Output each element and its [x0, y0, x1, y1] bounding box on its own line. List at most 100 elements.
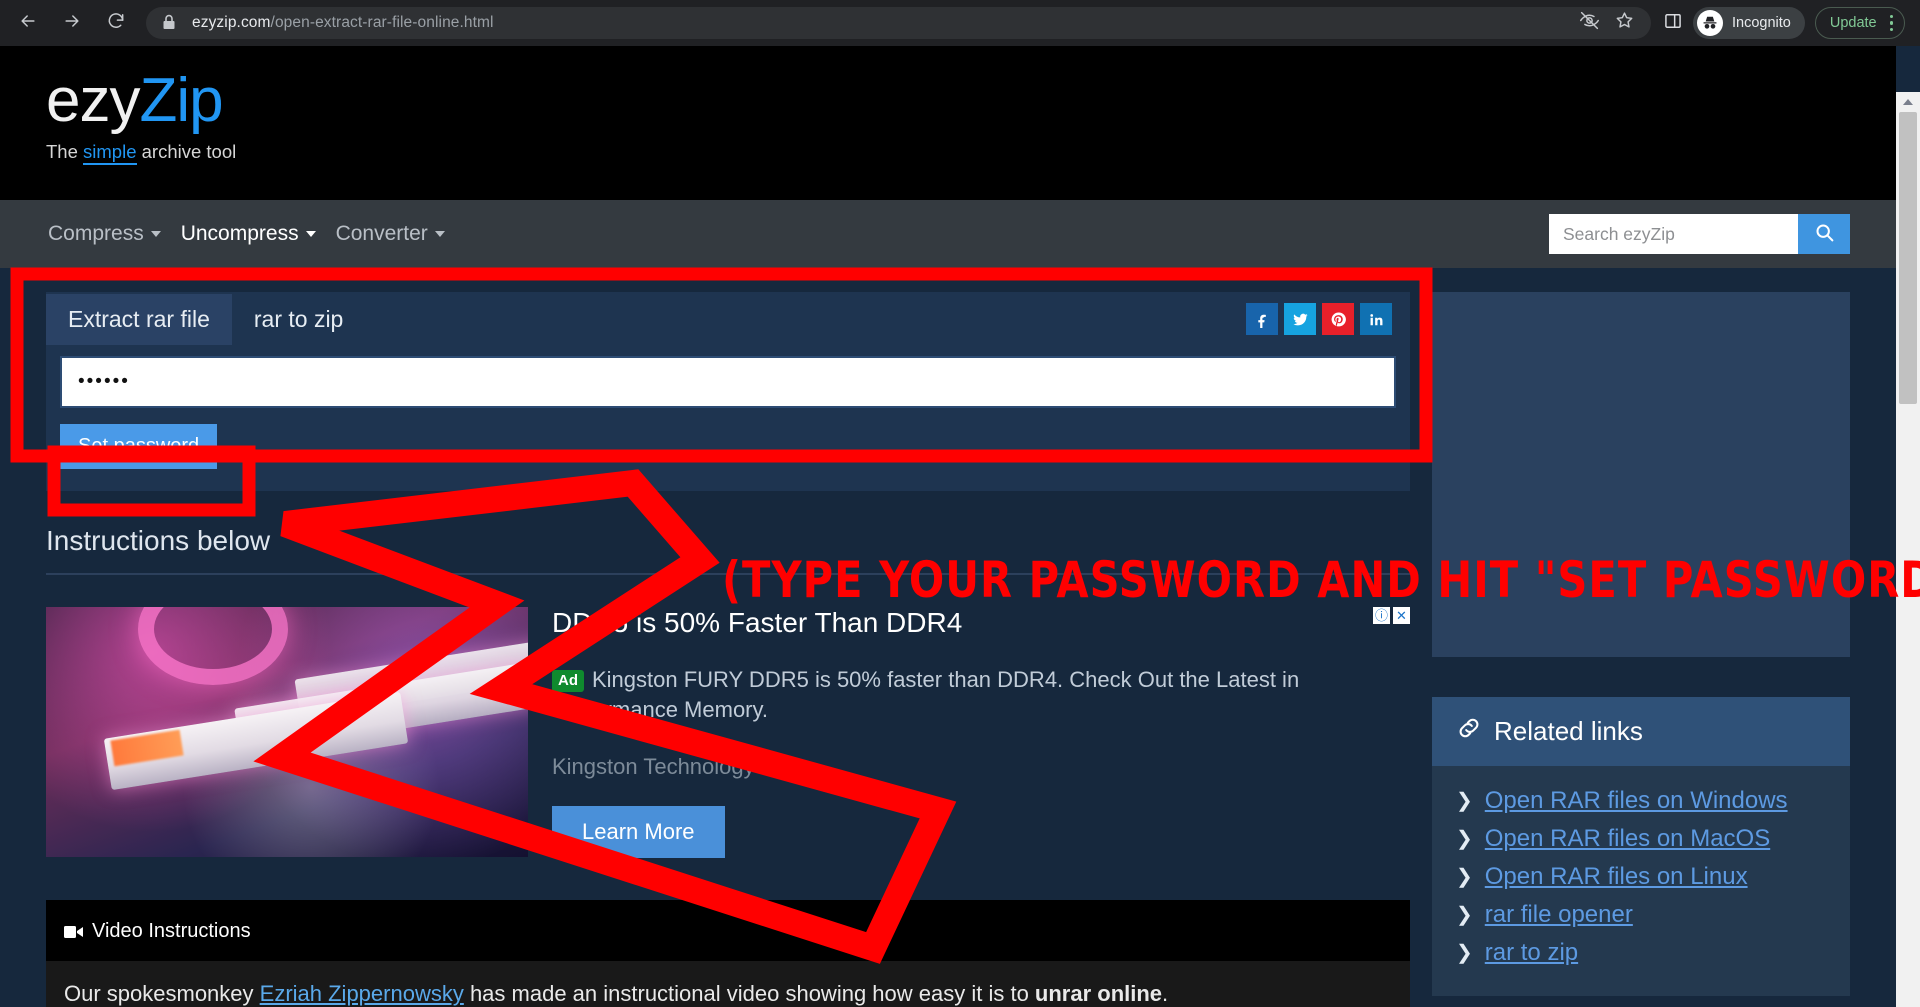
chevron-right-icon: ❯	[1456, 867, 1473, 887]
chevron-down-icon	[151, 231, 161, 237]
back-arrow-icon	[18, 11, 38, 36]
facebook-icon[interactable]	[1246, 303, 1278, 335]
star-icon[interactable]	[1614, 10, 1635, 36]
ad-title[interactable]: DDR5 is 50% Faster Than DDR4	[552, 607, 1410, 639]
tab-extract-rar-file[interactable]: Extract rar file	[46, 294, 232, 345]
omnibox-actions	[1579, 10, 1639, 36]
nav-item-compress[interactable]: Compress	[46, 218, 163, 250]
password-input[interactable]	[60, 356, 1396, 408]
related-links-header: Related links	[1432, 697, 1850, 766]
tagline-before: The	[46, 141, 83, 162]
chevron-right-icon: ❯	[1456, 943, 1473, 963]
page-content: ezyZip The simple archive tool Compress …	[0, 46, 1896, 1007]
lock-icon	[162, 14, 180, 32]
ad-text-block: ⓘ ✕ DDR5 is 50% Faster Than DDR4 AdKings…	[552, 607, 1410, 858]
ad-controls: ⓘ ✕	[1373, 607, 1410, 624]
forward-button[interactable]	[52, 3, 92, 43]
video-camera-icon	[64, 925, 84, 939]
nav-item-converter[interactable]: Converter	[334, 218, 447, 250]
eye-slash-icon[interactable]	[1579, 10, 1600, 36]
logo-part-zip: Zip	[139, 66, 222, 135]
related-link-item[interactable]: ❯ Open RAR files on Windows	[1456, 782, 1826, 820]
ad-close-icon[interactable]: ✕	[1393, 607, 1410, 624]
social-share-buttons	[1246, 303, 1392, 335]
forward-arrow-icon	[62, 11, 82, 36]
video-text-after: .	[1162, 981, 1168, 1006]
video-text-before: Our spokesmonkey	[64, 981, 260, 1006]
profile-button[interactable]: Incognito	[1693, 7, 1805, 39]
ad-description: AdKingston FURY DDR5 is 50% faster than …	[552, 665, 1410, 724]
browser-toolbar: ezyzip.com/open-extract-rar-file-online.…	[0, 0, 1920, 46]
logo-wordmark: ezyZip	[46, 70, 236, 132]
twitter-icon[interactable]	[1284, 303, 1316, 335]
address-bar[interactable]: ezyzip.com/open-extract-rar-file-online.…	[146, 7, 1651, 39]
ad-advertiser: Kingston Technology	[552, 754, 1410, 780]
main-column: Extract rar file rar to zip	[46, 292, 1410, 1007]
ad-badge: Ad	[552, 670, 584, 692]
related-links-list: ❯ Open RAR files on Windows ❯ Open RAR f…	[1432, 766, 1850, 996]
related-link-macos[interactable]: Open RAR files on MacOS	[1485, 825, 1770, 853]
related-link-item[interactable]: ❯ Open RAR files on MacOS	[1456, 820, 1826, 858]
reload-button[interactable]	[96, 3, 136, 43]
sidebar-ad-slot[interactable]	[1432, 292, 1850, 657]
video-text-middle: has made an instructional video showing …	[464, 981, 1035, 1006]
set-password-button[interactable]: Set password	[60, 424, 217, 469]
video-instructions-body: Our spokesmonkey Ezriah Zippernowsky has…	[46, 961, 1410, 1007]
related-link-item[interactable]: ❯ rar file opener	[1456, 896, 1826, 934]
advertisement-block: ⓘ ✕ DDR5 is 50% Faster Than DDR4 AdKings…	[46, 607, 1410, 858]
site-header: ezyZip The simple archive tool	[0, 46, 1896, 200]
ad-product-image[interactable]	[46, 607, 528, 857]
site-logo[interactable]: ezyZip The simple archive tool	[46, 70, 236, 163]
site-tagline: The simple archive tool	[46, 141, 236, 163]
chevron-right-icon: ❯	[1456, 791, 1473, 811]
ad-info-icon[interactable]: ⓘ	[1373, 607, 1390, 624]
nav-items: Compress Uncompress Converter	[0, 218, 447, 250]
update-button[interactable]: Update	[1815, 7, 1905, 39]
page-viewport: ezyZip The simple archive tool Compress …	[0, 46, 1920, 1007]
chevron-down-icon	[435, 231, 445, 237]
ad-fan-decoration	[138, 607, 288, 685]
related-links-card: Related links ❯ Open RAR files on Window…	[1432, 697, 1850, 996]
video-instructions-section: Video Instructions Our spokesmonkey Ezri…	[46, 900, 1410, 1007]
sidebar-column: Related links ❯ Open RAR files on Window…	[1432, 292, 1850, 1007]
page-body: Extract rar file rar to zip	[0, 268, 1896, 1007]
related-link-item[interactable]: ❯ rar to zip	[1456, 934, 1826, 972]
tool-tabs: Extract rar file rar to zip	[46, 292, 1410, 346]
site-search	[1549, 214, 1850, 254]
related-link-rar-file-opener[interactable]: rar file opener	[1485, 901, 1633, 929]
nav-label-converter: Converter	[336, 222, 428, 246]
url-text: ezyzip.com/open-extract-rar-file-online.…	[192, 14, 494, 32]
related-link-item[interactable]: ❯ Open RAR files on Linux	[1456, 858, 1826, 896]
side-panel-icon[interactable]	[1663, 11, 1683, 36]
tab-rar-to-zip[interactable]: rar to zip	[232, 294, 365, 345]
page-scrollbar[interactable]	[1896, 92, 1920, 1007]
related-link-rar-to-zip[interactable]: rar to zip	[1485, 939, 1578, 967]
tagline-after: archive tool	[137, 141, 237, 162]
chevron-right-icon: ❯	[1456, 905, 1473, 925]
chevron-down-icon	[306, 231, 316, 237]
scrollbar-thumb[interactable]	[1899, 112, 1917, 404]
search-icon	[1814, 222, 1835, 246]
main-navbar: Compress Uncompress Converter	[0, 200, 1896, 268]
search-input[interactable]	[1549, 214, 1798, 254]
nav-item-uncompress[interactable]: Uncompress	[179, 218, 318, 250]
update-label: Update	[1830, 15, 1877, 31]
url-host: ezyzip.com	[192, 14, 271, 31]
search-button[interactable]	[1798, 214, 1850, 254]
spokesmonkey-link[interactable]: Ezriah Zippernowsky	[260, 981, 464, 1006]
set-password-row: Set password	[46, 420, 1410, 491]
chevron-right-icon: ❯	[1456, 829, 1473, 849]
video-instructions-label: Video Instructions	[92, 920, 251, 943]
scroll-up-arrow-icon[interactable]	[1896, 92, 1920, 112]
back-button[interactable]	[8, 3, 48, 43]
related-link-windows[interactable]: Open RAR files on Windows	[1485, 787, 1788, 815]
profile-label: Incognito	[1732, 15, 1791, 31]
tagline-link-simple[interactable]: simple	[83, 141, 136, 165]
related-link-linux[interactable]: Open RAR files on Linux	[1485, 863, 1748, 891]
linkedin-icon[interactable]	[1360, 303, 1392, 335]
kebab-menu-icon[interactable]	[1885, 15, 1899, 32]
pinterest-icon[interactable]	[1322, 303, 1354, 335]
reload-icon	[106, 11, 126, 36]
learn-more-button[interactable]: Learn More	[552, 806, 725, 858]
logo-part-ezy: ezy	[46, 66, 139, 135]
